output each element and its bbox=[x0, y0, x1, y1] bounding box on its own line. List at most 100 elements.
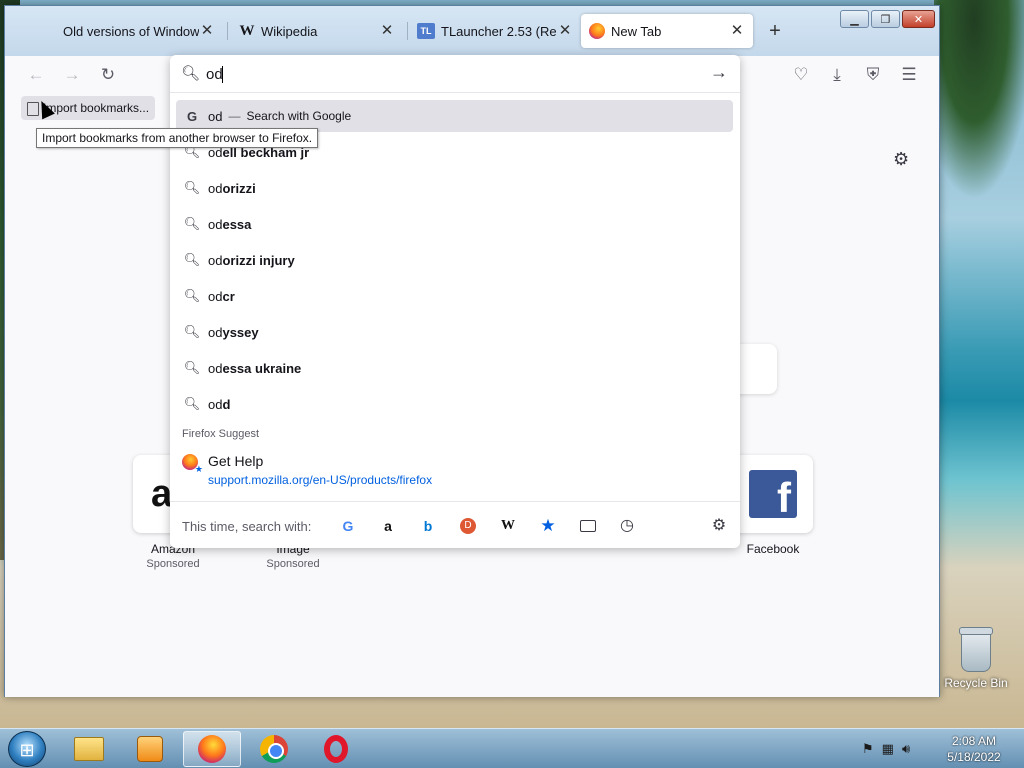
search-icon: 🔍︎ bbox=[181, 65, 201, 82]
new-tab-button[interactable]: + bbox=[765, 21, 785, 42]
tab-new-tab[interactable]: New Tab ✕ bbox=[581, 14, 753, 48]
network-icon[interactable]: ▦ bbox=[882, 741, 894, 757]
wikipedia-engine-icon[interactable]: W bbox=[497, 515, 519, 537]
close-tab-icon[interactable]: ✕ bbox=[379, 23, 395, 39]
back-arrow-icon[interactable]: ← bbox=[25, 64, 47, 86]
taskbar: ⊞ ⚑ ▦ 🔊︎ 2:08 AM 5/18/2022 bbox=[0, 728, 1024, 768]
google-icon: G bbox=[186, 108, 198, 124]
action-center-flag-icon[interactable]: ⚑ bbox=[862, 741, 874, 757]
tab-title: TLauncher 2.53 (Release bbox=[441, 23, 557, 39]
result-completion: cr bbox=[222, 288, 235, 304]
result-completion: orizzi injury bbox=[222, 252, 295, 268]
media-player-icon bbox=[137, 736, 163, 762]
result-completion: d bbox=[222, 396, 231, 412]
result-dash: — bbox=[228, 109, 241, 123]
suggest-url: support.mozilla.org/en-US/products/firef… bbox=[208, 473, 433, 487]
start-button[interactable]: ⊞ bbox=[8, 731, 46, 767]
ublock-shield-icon[interactable]: ⛨ bbox=[862, 64, 884, 86]
result-get-help[interactable]: Get Help support.mozilla.org/en-US/produ… bbox=[176, 447, 733, 493]
urlbar-input[interactable] bbox=[206, 63, 686, 85]
recycle-bin[interactable]: Recycle Bin bbox=[944, 627, 1008, 690]
search-icon: 🔍︎ bbox=[183, 180, 201, 195]
firefox-icon bbox=[198, 735, 226, 763]
top-site-sponsored: Sponsored bbox=[146, 558, 200, 570]
history-clock-icon[interactable]: ◷ bbox=[616, 515, 638, 537]
close-tab-icon[interactable]: ✕ bbox=[199, 23, 215, 39]
minimize-button[interactable]: ▁ bbox=[840, 10, 869, 28]
result-suggestion[interactable]: 🔍︎ od cr bbox=[176, 280, 733, 312]
result-action: Search with Google bbox=[246, 109, 352, 123]
tab-wikipedia[interactable]: W Wikipedia ✕ bbox=[231, 14, 403, 48]
result-typed: od bbox=[208, 216, 223, 232]
close-tab-icon[interactable]: ✕ bbox=[729, 23, 745, 39]
wikipedia-icon: W bbox=[239, 22, 255, 39]
maximize-button[interactable]: ❐ bbox=[871, 10, 900, 28]
urlbar-input-row: 🔍︎ → bbox=[170, 55, 740, 93]
result-completion: orizzi bbox=[222, 180, 256, 196]
search-icon: 🔍︎ bbox=[183, 216, 201, 231]
forward-arrow-icon[interactable]: → bbox=[61, 64, 83, 86]
firefox-help-icon bbox=[182, 454, 203, 475]
downloads-icon[interactable]: ⤓ bbox=[826, 64, 848, 86]
amazon-logo-icon: a bbox=[151, 473, 173, 515]
taskbar-opera[interactable] bbox=[307, 731, 365, 767]
search-settings-gear-icon[interactable]: ⚙ bbox=[708, 515, 730, 537]
clock-date: 5/18/2022 bbox=[947, 750, 1001, 764]
google-engine-icon[interactable]: G bbox=[337, 515, 359, 537]
taskbar-chrome[interactable] bbox=[245, 731, 303, 767]
one-off-search-bar: This time, search with: G a b D W ★ ◷ ⚙ bbox=[170, 501, 740, 548]
close-tab-icon[interactable]: ✕ bbox=[557, 23, 573, 39]
close-window-button[interactable]: ✕ bbox=[902, 10, 935, 28]
search-icon: 🔍︎ bbox=[183, 324, 201, 339]
text-caret bbox=[222, 66, 223, 83]
result-typed: od bbox=[208, 360, 223, 376]
tab-tlauncher[interactable]: TL TLauncher 2.53 (Release ✕ bbox=[409, 14, 581, 48]
duckduckgo-engine-icon[interactable]: D bbox=[460, 518, 476, 534]
system-tray: ⚑ ▦ 🔊︎ bbox=[862, 741, 910, 757]
tab-old-windows[interactable]: Old versions of Windows, P ✕ bbox=[55, 14, 223, 48]
recycle-bin-icon[interactable] bbox=[959, 627, 993, 672]
result-suggestion[interactable]: 🔍︎ od orizzi bbox=[176, 172, 733, 204]
bing-engine-icon[interactable]: b bbox=[417, 515, 439, 537]
reload-icon[interactable]: ↻ bbox=[97, 64, 119, 86]
search-icon: 🔍︎ bbox=[183, 360, 201, 375]
result-suggestion[interactable]: 🔍︎ od orizzi injury bbox=[176, 244, 733, 276]
tab-separator bbox=[407, 22, 408, 40]
tab-title: New Tab bbox=[611, 23, 662, 39]
result-suggestion[interactable]: 🔍︎ od essa bbox=[176, 208, 733, 240]
result-completion: essa ukraine bbox=[222, 360, 302, 376]
volume-icon[interactable]: 🔊︎ bbox=[902, 741, 910, 757]
bookmarks-star-icon[interactable]: ★ bbox=[537, 515, 559, 537]
tab-title: Old versions of Windows, P bbox=[63, 23, 199, 39]
amazon-engine-icon[interactable]: a bbox=[377, 515, 399, 537]
go-arrow-icon[interactable]: → bbox=[710, 62, 728, 83]
result-typed: od bbox=[208, 324, 223, 340]
result-suggestion[interactable]: 🔍︎ od yssey bbox=[176, 316, 733, 348]
search-icon: 🔍︎ bbox=[183, 288, 201, 303]
customize-gear-icon[interactable]: ⚙ bbox=[893, 149, 909, 170]
result-typed: od bbox=[208, 288, 223, 304]
pocket-icon[interactable]: ♡ bbox=[790, 64, 812, 86]
result-typed: od bbox=[208, 252, 223, 268]
tab-strip: Old versions of Windows, P ✕ W Wikipedia… bbox=[5, 6, 939, 56]
chrome-icon bbox=[260, 735, 288, 763]
tabs-icon[interactable] bbox=[580, 520, 596, 532]
result-typed: od bbox=[208, 396, 223, 412]
result-suggestion[interactable]: 🔍︎ od essa ukraine bbox=[176, 352, 733, 384]
wallpaper-palm-right bbox=[934, 0, 1024, 200]
folder-icon bbox=[74, 737, 104, 761]
one-off-label: This time, search with: bbox=[182, 519, 312, 534]
top-site-facebook[interactable]: f bbox=[733, 455, 813, 533]
result-suggestion[interactable]: 🔍︎ od d bbox=[176, 388, 733, 420]
taskbar-file-explorer[interactable] bbox=[60, 731, 118, 767]
menu-hamburger-icon[interactable]: ☰ bbox=[898, 64, 920, 86]
suggest-title: Get Help bbox=[208, 453, 264, 469]
taskbar-media-player[interactable] bbox=[121, 731, 179, 767]
system-clock[interactable]: 2:08 AM 5/18/2022 bbox=[938, 733, 1010, 765]
firefox-suggest-heading: Firefox Suggest bbox=[182, 428, 260, 440]
taskbar-firefox[interactable] bbox=[183, 731, 241, 767]
result-completion: essa bbox=[222, 216, 252, 232]
recycle-bin-label: Recycle Bin bbox=[944, 676, 1008, 690]
result-typed: od bbox=[208, 180, 223, 196]
search-icon: 🔍︎ bbox=[183, 252, 201, 267]
